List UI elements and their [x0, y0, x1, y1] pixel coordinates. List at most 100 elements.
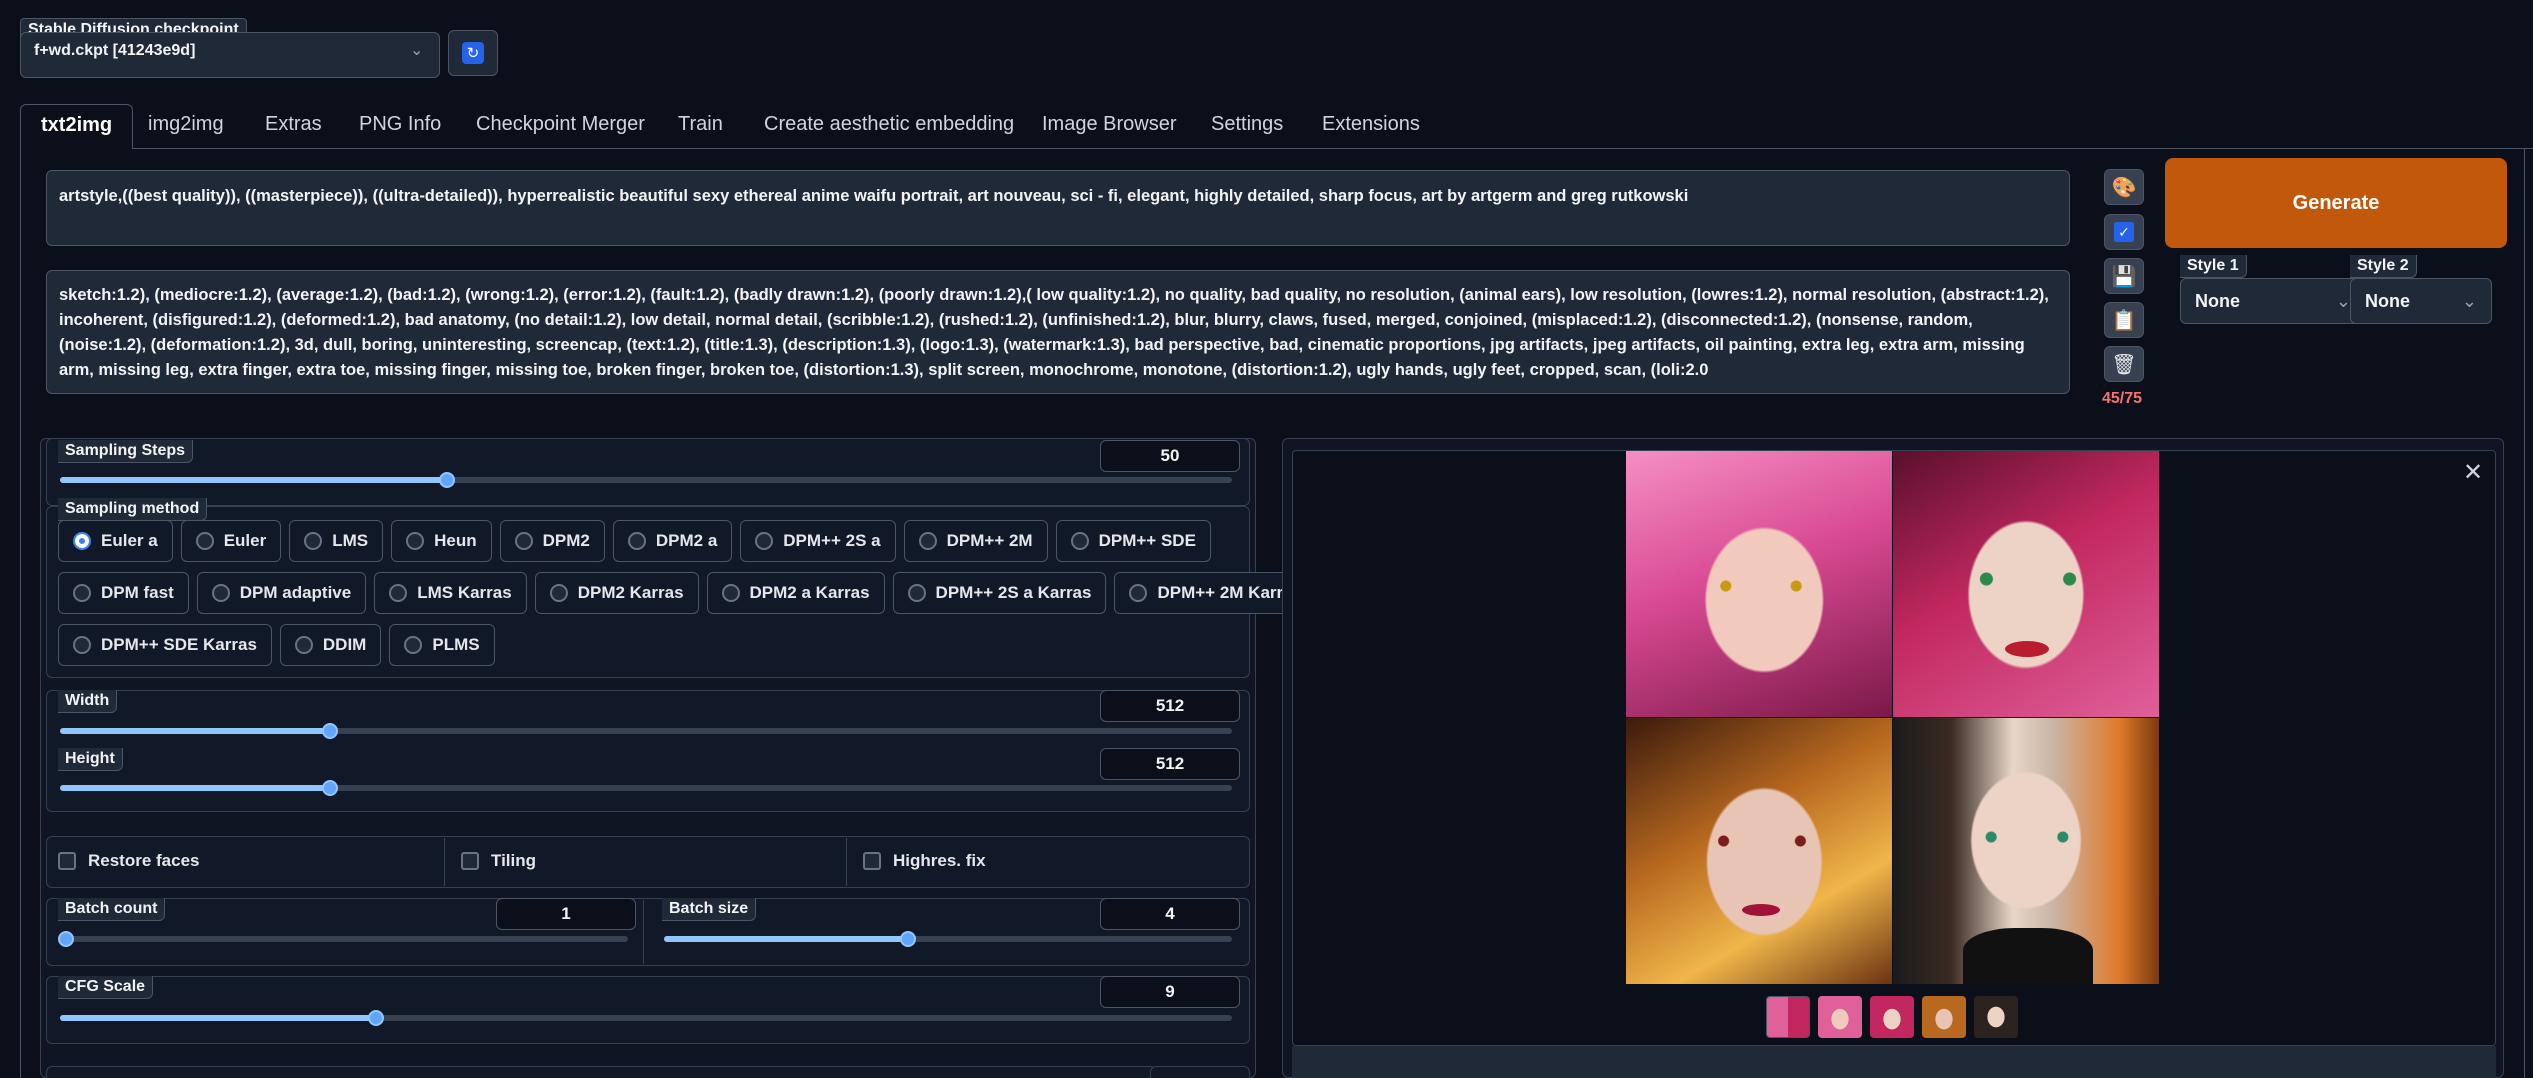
radio-dot[interactable]	[73, 532, 91, 550]
tiling-checkbox[interactable]: Tiling	[461, 851, 536, 871]
sampler-option[interactable]: DDIM	[279, 624, 382, 666]
slider-thumb[interactable]	[321, 780, 338, 796]
sampler-option[interactable]: DPM++ SDE	[1055, 520, 1211, 562]
tab-aesthetic-embedding[interactable]: Create aesthetic embedding	[764, 104, 1014, 144]
sampling-method-options: Euler a Euler LMS Heun DPM2 DPM2 a DPM++ 2S a D…	[58, 520, 1318, 676]
radio-dot[interactable]	[549, 584, 568, 602]
sampler-option[interactable]: DPM2 a	[612, 520, 733, 562]
tab-settings[interactable]: Settings	[1211, 104, 1283, 144]
radio-dot[interactable]	[918, 532, 937, 550]
sampler-option-label: DPM2 a Karras	[749, 583, 870, 602]
paste-button[interactable]: 📋	[2104, 302, 2144, 338]
refresh-checkpoint-button[interactable]: ↻	[448, 30, 498, 76]
height-input[interactable]: 512	[1100, 748, 1240, 780]
output-image-1[interactable]	[1626, 451, 1892, 717]
slider-fill	[60, 728, 330, 734]
radio-dot[interactable]	[304, 532, 323, 550]
height-slider[interactable]	[60, 780, 1232, 796]
radio-dot[interactable]	[627, 532, 646, 550]
tab-image-browser[interactable]: Image Browser	[1042, 104, 1177, 144]
prompt-input[interactable]: artstyle,((best quality)), ((masterpiece…	[46, 170, 2070, 246]
sampler-option[interactable]: DPM++ 2S a Karras	[892, 572, 1107, 614]
width-input[interactable]: 512	[1100, 690, 1240, 722]
tab-extensions[interactable]: Extensions	[1322, 104, 1420, 144]
close-icon[interactable]: ✕	[2463, 458, 2483, 487]
thumbnail-4[interactable]	[1974, 996, 2018, 1038]
slider-thumb[interactable]	[321, 723, 338, 739]
radio-dot[interactable]	[1129, 584, 1148, 602]
generate-label: Generate	[2292, 191, 2380, 214]
radio-dot[interactable]	[514, 532, 533, 550]
thumbnail-2[interactable]	[1870, 996, 1914, 1038]
sampler-option[interactable]: Euler a	[58, 520, 173, 562]
apply-style-button[interactable]: ✓	[2104, 214, 2144, 250]
sampler-option[interactable]: DPM2 Karras	[534, 572, 699, 614]
sampler-option[interactable]: DPM2 a Karras	[706, 572, 885, 614]
check-icon: ✓	[2114, 222, 2134, 242]
restore-faces-checkbox[interactable]: Restore faces	[58, 851, 200, 871]
save-style-button[interactable]: 💾	[2104, 258, 2144, 294]
sampler-option[interactable]: PLMS	[389, 624, 495, 666]
thumbnail-1[interactable]	[1818, 996, 1862, 1038]
radio-dot[interactable]	[721, 584, 740, 602]
tab-img2img[interactable]: img2img	[148, 104, 224, 144]
batch-divider	[643, 900, 644, 964]
sampler-option[interactable]: DPM++ 2M	[903, 520, 1048, 562]
sampler-option[interactable]: DPM++ 2S a	[740, 520, 896, 562]
cfg-scale-input[interactable]: 9	[1100, 976, 1240, 1008]
style2-label: Style 2	[2350, 255, 2417, 278]
radio-dot[interactable]	[211, 584, 230, 602]
output-image-2[interactable]	[1893, 451, 2159, 717]
output-image-4[interactable]	[1893, 718, 2159, 984]
tab-png-info[interactable]: PNG Info	[359, 104, 441, 144]
sampler-option-label: Euler	[223, 531, 267, 550]
sampler-option[interactable]: DPM adaptive	[196, 572, 367, 614]
radio-dot[interactable]	[755, 532, 774, 550]
sampler-option[interactable]: LMS	[289, 520, 384, 562]
tab-checkpoint-merger[interactable]: Checkpoint Merger	[476, 104, 645, 144]
radio-dot[interactable]	[1070, 532, 1089, 550]
slider-thumb[interactable]	[58, 931, 74, 947]
batch-count-slider[interactable]	[58, 931, 628, 947]
radio-dot[interactable]	[389, 584, 408, 602]
tab-train[interactable]: Train	[678, 104, 723, 144]
radio-dot[interactable]	[73, 584, 91, 602]
batch-size-input[interactable]: 4	[1100, 898, 1240, 930]
radio-dot[interactable]	[404, 636, 423, 654]
negative-prompt-input[interactable]: sketch:1.2), (mediocre:1.2), (average:1.…	[46, 270, 2070, 394]
sampler-option[interactable]: Euler	[180, 520, 282, 562]
output-image-3[interactable]	[1626, 718, 1892, 984]
tab-txt2img[interactable]: txt2img	[20, 104, 134, 149]
sampling-steps-slider[interactable]	[60, 472, 1232, 488]
sampler-option[interactable]: Heun	[391, 520, 492, 562]
sampler-option[interactable]: DPM fast	[58, 572, 189, 614]
style1-select[interactable]: None ⌄	[2180, 278, 2366, 324]
restore-faces-box[interactable]	[58, 852, 76, 870]
sampler-option[interactable]: DPM++ SDE Karras	[58, 624, 272, 666]
highres-fix-box[interactable]	[863, 852, 881, 870]
sampler-option-label: DPM++ SDE	[1098, 531, 1196, 550]
highres-fix-checkbox[interactable]: Highres. fix	[863, 851, 986, 871]
tab-extras[interactable]: Extras	[265, 104, 322, 144]
radio-dot[interactable]	[73, 636, 91, 654]
batch-size-slider[interactable]	[664, 931, 1232, 947]
thumbnail-3[interactable]	[1922, 996, 1966, 1038]
sampler-option[interactable]: DPM2	[499, 520, 605, 562]
radio-dot[interactable]	[294, 636, 313, 654]
generate-button[interactable]: Generate	[2165, 158, 2507, 248]
batch-count-input[interactable]: 1	[496, 898, 636, 930]
cfg-scale-slider[interactable]	[60, 1010, 1232, 1026]
radio-dot[interactable]	[406, 532, 425, 550]
thumbnail-grid[interactable]	[1766, 996, 1810, 1038]
interrogate-button[interactable]: 🎨	[2104, 169, 2144, 205]
clear-prompt-button[interactable]: 🗑	[2104, 346, 2144, 382]
tiling-box[interactable]	[461, 852, 479, 870]
sampler-option[interactable]: LMS Karras	[374, 572, 527, 614]
sampling-steps-input[interactable]: 50	[1100, 440, 1240, 472]
sampler-option-label: DPM++ 2S a	[783, 531, 881, 550]
style2-select[interactable]: None ⌄	[2350, 278, 2492, 324]
slider-thumb[interactable]	[438, 472, 455, 488]
radio-dot[interactable]	[907, 584, 926, 602]
radio-dot[interactable]	[195, 532, 214, 550]
width-slider[interactable]	[60, 723, 1232, 739]
